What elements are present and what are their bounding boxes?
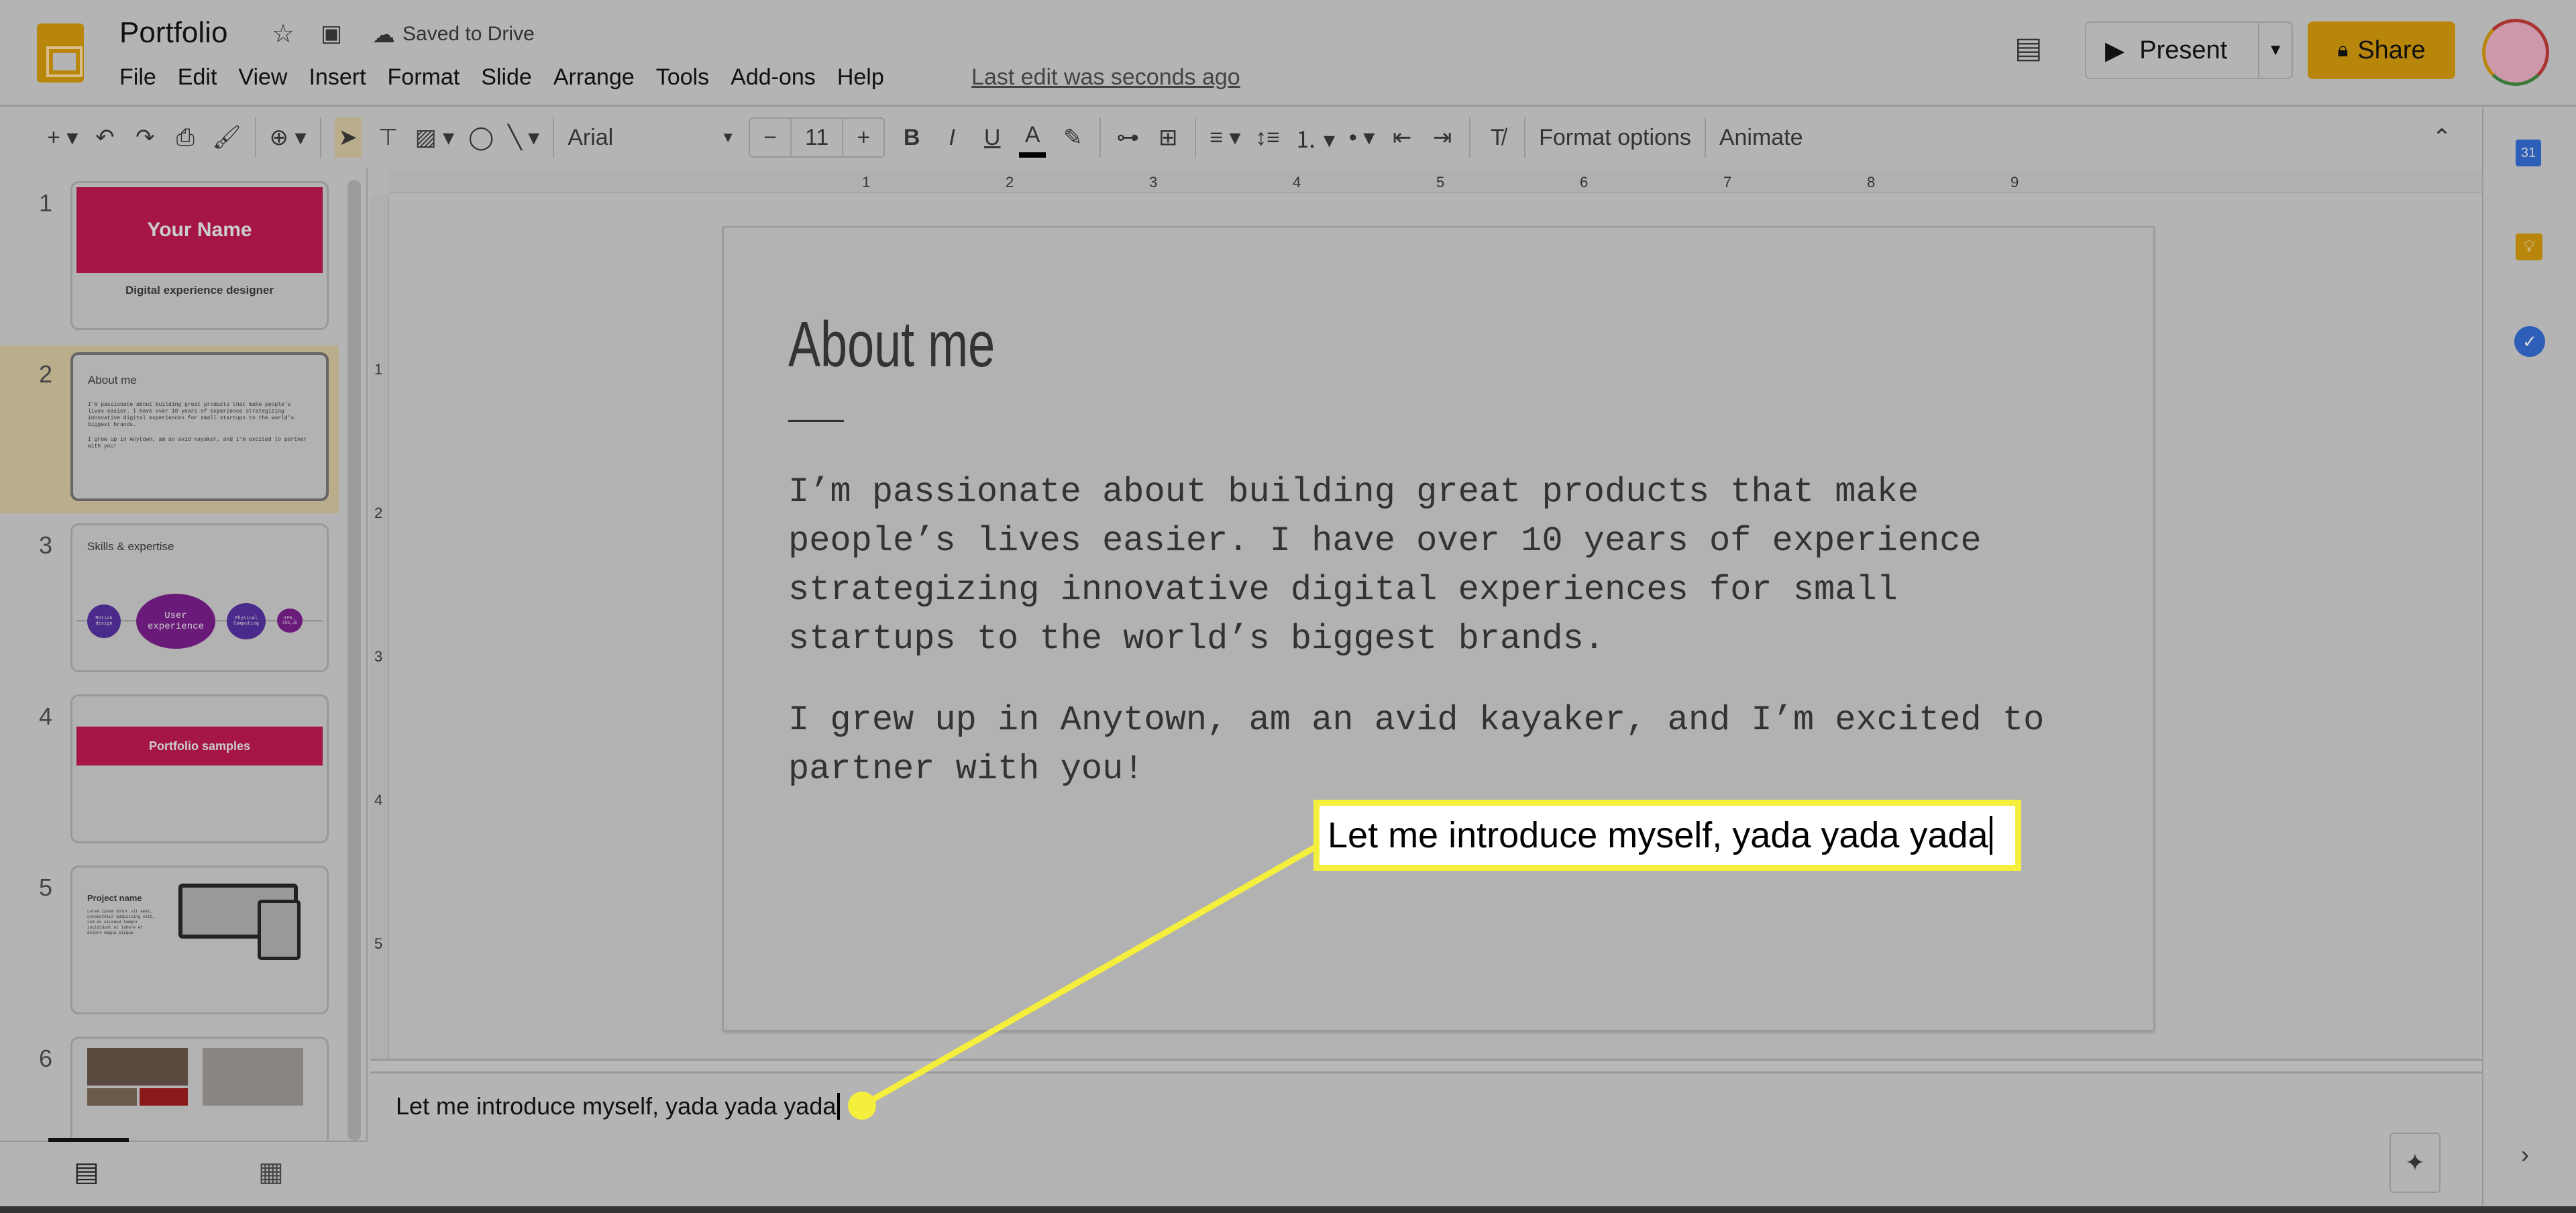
callout-dot xyxy=(848,1092,876,1120)
taskbar-strip xyxy=(0,1206,2576,1213)
calendar-icon[interactable]: 31 xyxy=(2516,140,2541,166)
callout-connector xyxy=(848,844,1318,1120)
tasks-icon[interactable]: ✓ xyxy=(2514,326,2545,357)
keep-icon[interactable]: 💡︎ xyxy=(2516,233,2542,260)
expand-panel-icon[interactable]: › xyxy=(2521,1141,2529,1169)
text-cursor xyxy=(1989,816,1992,855)
side-panel: 31 💡︎ ✓ › xyxy=(2482,107,2576,1208)
callout-text: Let me introduce myself, yada yada yada xyxy=(1328,815,1988,855)
callout-line xyxy=(860,844,1318,1108)
callout-box: Let me introduce myself, yada yada yada xyxy=(1313,800,2021,871)
